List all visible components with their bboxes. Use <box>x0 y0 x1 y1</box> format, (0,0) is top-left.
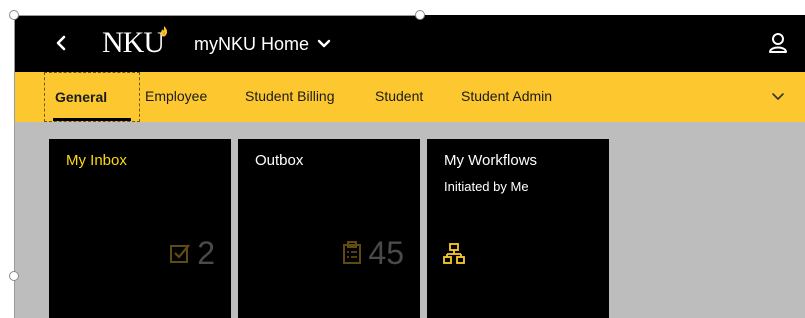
tab-label: General <box>55 89 108 105</box>
back-button[interactable] <box>50 31 72 55</box>
tab-label: Employee <box>145 88 208 104</box>
flame-icon <box>160 26 168 37</box>
tab-bar: General Employee Student Billing Student… <box>14 72 805 122</box>
nku-logo[interactable]: NKU <box>102 25 186 61</box>
count-value: 45 <box>368 235 404 271</box>
home-title: myNKU Home <box>194 34 310 54</box>
tile-count: 2 <box>169 235 215 271</box>
org-chart-icon <box>443 243 465 264</box>
count-value: 2 <box>197 235 215 271</box>
tile-my-inbox[interactable]: My Inbox 2 <box>49 139 231 318</box>
tile-title: My Workflows <box>444 152 538 169</box>
resize-handle-top-left[interactable] <box>9 10 19 20</box>
tile-title: Outbox <box>255 152 304 169</box>
chevron-down-icon <box>772 93 784 100</box>
user-menu-button[interactable] <box>767 31 789 55</box>
home-title-dropdown[interactable]: myNKU Home <box>194 33 331 55</box>
tab-label: Student <box>375 88 424 104</box>
tab-student[interactable]: Student <box>375 72 423 122</box>
tile-my-workflows[interactable]: My Workflows Initiated by Me <box>427 139 609 318</box>
clipboard-icon <box>343 241 362 264</box>
chevron-down-icon <box>317 39 331 48</box>
app-frame: NKU myNKU Home General Employee Student … <box>14 15 805 318</box>
logo-text: NKU <box>102 26 165 59</box>
resize-handle-middle-left[interactable] <box>9 271 19 281</box>
tab-employee[interactable]: Employee <box>145 72 207 122</box>
checkbox-icon <box>170 244 191 263</box>
resize-handle-top-middle[interactable] <box>415 10 425 20</box>
tile-title: My Inbox <box>66 152 127 169</box>
tab-student-admin[interactable]: Student Admin <box>461 72 552 122</box>
tab-label: Student Admin <box>461 88 553 104</box>
tile-count: 45 <box>342 235 404 271</box>
active-tab-indicator <box>53 118 131 121</box>
tile-subtitle: Initiated by Me <box>444 179 529 194</box>
tabs-overflow-button[interactable] <box>771 90 785 104</box>
tab-general[interactable]: General <box>44 72 140 122</box>
tab-student-billing[interactable]: Student Billing <box>245 72 335 122</box>
selection-edge-top <box>14 15 420 16</box>
tab-label: Student Billing <box>245 88 335 104</box>
user-icon <box>769 33 787 53</box>
tile-outbox[interactable]: Outbox 45 <box>238 139 420 318</box>
chevron-left-icon <box>56 35 66 51</box>
shell-header: NKU myNKU Home <box>14 15 805 72</box>
